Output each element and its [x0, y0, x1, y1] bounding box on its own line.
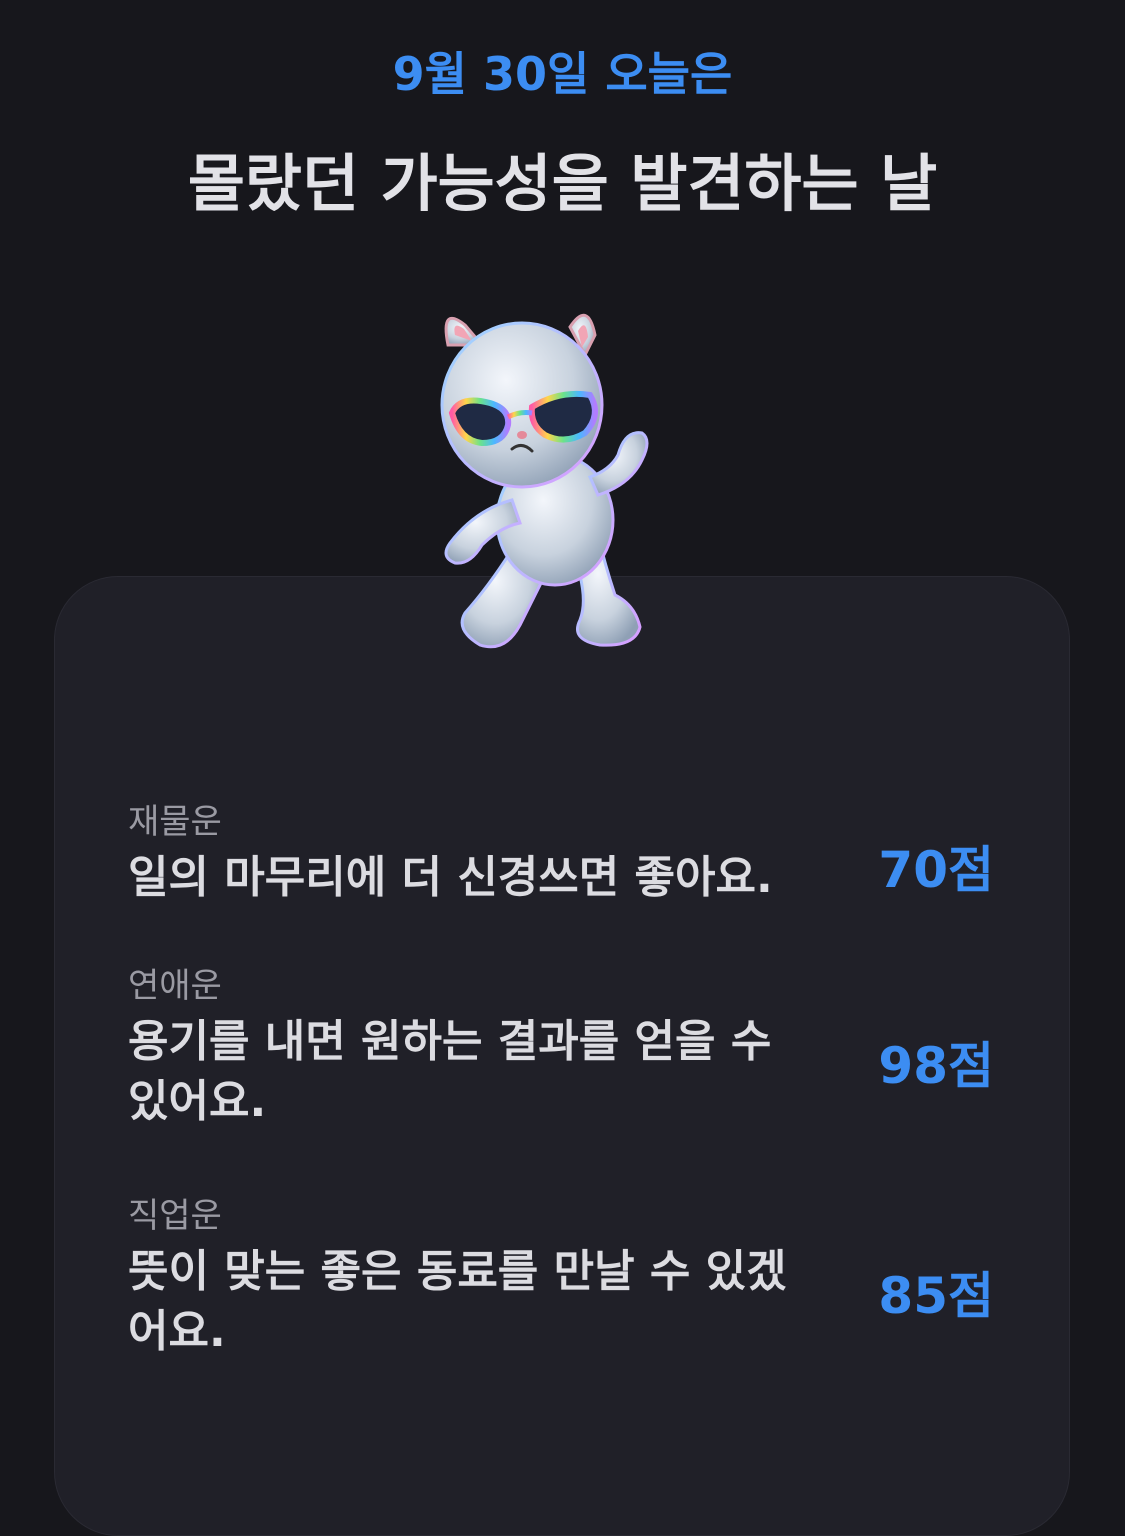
fortune-item-love: 연애운 용기를 내면 원하는 결과를 얻을 수 있어요. 98점	[128, 964, 998, 1132]
fortune-label: 재물운	[128, 802, 222, 842]
fortune-description: 뜻이 맞는 좋은 동료를 만날 수 있겠어요.	[128, 1246, 787, 1357]
fortune-score: 98점	[878, 1037, 994, 1095]
fortune-description: 용기를 내면 원하는 결과를 얻을 수 있어요.	[128, 1016, 772, 1127]
date-heading: 9월 30일 오늘은	[392, 47, 733, 101]
fortune-description: 일의 마무리에 더 신경쓰면 좋아요.	[128, 852, 773, 903]
fortune-item-wealth: 재물운 일의 마무리에 더 신경쓰면 좋아요. 70점	[128, 800, 998, 908]
fortune-label: 연애운	[128, 966, 222, 1006]
fortune-score: 70점	[878, 841, 994, 899]
fortune-label: 직업운	[128, 1196, 222, 1236]
fortune-item-career: 직업운 뜻이 맞는 좋은 동료를 만날 수 있겠어요. 85점	[128, 1194, 998, 1362]
fortune-score: 85점	[878, 1267, 994, 1325]
cat-mascot-icon	[440, 313, 649, 649]
page-title: 몰랐던 가능성을 발견하는 날	[187, 147, 938, 220]
